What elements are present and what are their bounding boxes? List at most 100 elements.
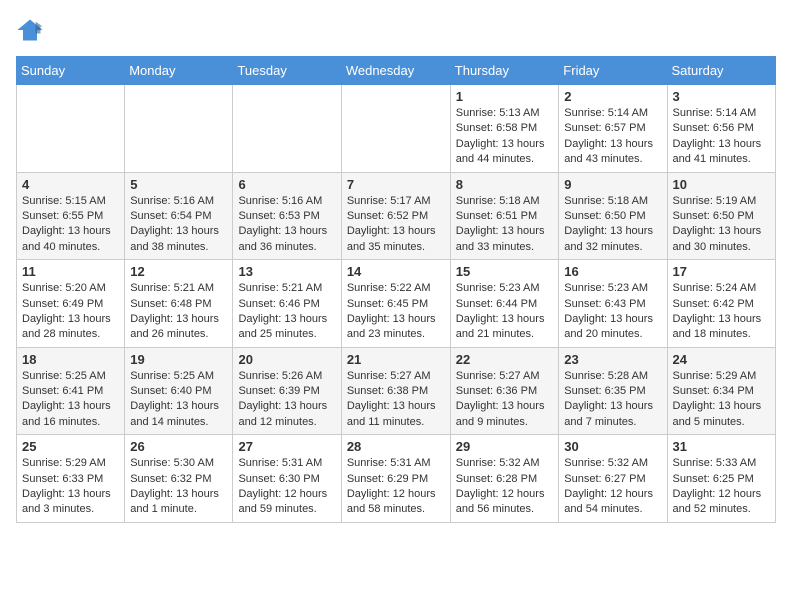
logo (16, 16, 48, 44)
weekday-header-monday: Monday (125, 57, 233, 85)
calendar-cell: 7 Sunrise: 5:17 AM Sunset: 6:52 PM Daylig… (341, 172, 450, 260)
calendar-cell: 3 Sunrise: 5:14 AM Sunset: 6:56 PM Daylig… (667, 85, 775, 173)
calendar-cell: 11Sunrise: 5:20 AM Sunset: 6:49 PM Dayli… (17, 260, 125, 348)
day-info: Sunrise: 5:29 AM Sunset: 6:33 PM Dayligh… (22, 456, 119, 518)
calendar-cell: 29 Sunrise: 5:32 AM Sunset: 6:28 PM Dayli… (450, 435, 559, 523)
weekday-header-wednesday: Wednesday (341, 57, 450, 85)
calendar-cell (233, 85, 341, 173)
day-info: Sunrise: 5:23 AM Sunset: 6:44 PM Dayligh… (456, 281, 554, 343)
week-row-4: 18 Sunrise: 5:25 AM Sunset: 6:41 PM Dayli… (17, 347, 776, 435)
day-number: 2 (564, 89, 661, 104)
day-number: 26 (130, 439, 227, 454)
day-number: 19 (130, 352, 227, 367)
day-number: 15 (456, 264, 554, 279)
calendar-cell (125, 85, 233, 173)
day-number: 11 (22, 264, 119, 279)
day-number: 31 (673, 439, 770, 454)
day-info: Sunrise: 5:18 AM Sunset: 6:51 PM Dayligh… (456, 194, 554, 256)
weekday-header-tuesday: Tuesday (233, 57, 341, 85)
calendar-cell: 10Sunrise: 5:19 AM Sunset: 6:50 PM Dayli… (667, 172, 775, 260)
week-row-2: 4 Sunrise: 5:15 AM Sunset: 6:55 PM Daylig… (17, 172, 776, 260)
calendar-cell: 31 Sunrise: 5:33 AM Sunset: 6:25 PM Dayli… (667, 435, 775, 523)
calendar-cell: 4 Sunrise: 5:15 AM Sunset: 6:55 PM Daylig… (17, 172, 125, 260)
calendar-cell: 27 Sunrise: 5:31 AM Sunset: 6:30 PM Dayli… (233, 435, 341, 523)
calendar-table: SundayMondayTuesdayWednesdayThursdayFrid… (16, 56, 776, 523)
calendar-cell: 20Sunrise: 5:26 AM Sunset: 6:39 PM Dayli… (233, 347, 341, 435)
calendar-cell: 15 Sunrise: 5:23 AM Sunset: 6:44 PM Dayli… (450, 260, 559, 348)
day-info: Sunrise: 5:24 AM Sunset: 6:42 PM Dayligh… (673, 281, 770, 343)
day-number: 6 (238, 177, 335, 192)
day-info: Sunrise: 5:32 AM Sunset: 6:27 PM Dayligh… (564, 456, 661, 518)
calendar-cell: 24 Sunrise: 5:29 AM Sunset: 6:34 PM Dayli… (667, 347, 775, 435)
day-number: 28 (347, 439, 445, 454)
calendar-cell: 5 Sunrise: 5:16 AM Sunset: 6:54 PM Daylig… (125, 172, 233, 260)
logo-icon (16, 16, 44, 44)
day-info: Sunrise: 5:21 AM Sunset: 6:46 PM Dayligh… (238, 281, 335, 343)
day-number: 13 (238, 264, 335, 279)
calendar-cell: 2 Sunrise: 5:14 AM Sunset: 6:57 PM Daylig… (559, 85, 667, 173)
day-info: Sunrise: 5:14 AM Sunset: 6:56 PM Dayligh… (673, 106, 770, 168)
day-info: Sunrise: 5:32 AM Sunset: 6:28 PM Dayligh… (456, 456, 554, 518)
week-row-3: 11Sunrise: 5:20 AM Sunset: 6:49 PM Dayli… (17, 260, 776, 348)
calendar-cell: 22Sunrise: 5:27 AM Sunset: 6:36 PM Dayli… (450, 347, 559, 435)
day-number: 5 (130, 177, 227, 192)
calendar-cell: 16Sunrise: 5:23 AM Sunset: 6:43 PM Dayli… (559, 260, 667, 348)
day-info: Sunrise: 5:25 AM Sunset: 6:41 PM Dayligh… (22, 369, 119, 431)
day-number: 21 (347, 352, 445, 367)
day-info: Sunrise: 5:18 AM Sunset: 6:50 PM Dayligh… (564, 194, 661, 256)
day-info: Sunrise: 5:28 AM Sunset: 6:35 PM Dayligh… (564, 369, 661, 431)
calendar-cell: 28 Sunrise: 5:31 AM Sunset: 6:29 PM Dayli… (341, 435, 450, 523)
day-info: Sunrise: 5:13 AM Sunset: 6:58 PM Dayligh… (456, 106, 554, 168)
day-info: Sunrise: 5:22 AM Sunset: 6:45 PM Dayligh… (347, 281, 445, 343)
day-info: Sunrise: 5:29 AM Sunset: 6:34 PM Dayligh… (673, 369, 770, 431)
day-info: Sunrise: 5:27 AM Sunset: 6:38 PM Dayligh… (347, 369, 445, 431)
calendar-cell: 13 Sunrise: 5:21 AM Sunset: 6:46 PM Dayli… (233, 260, 341, 348)
calendar-cell: 1 Sunrise: 5:13 AM Sunset: 6:58 PM Daylig… (450, 85, 559, 173)
day-number: 4 (22, 177, 119, 192)
day-number: 20 (238, 352, 335, 367)
calendar-cell: 26 Sunrise: 5:30 AM Sunset: 6:32 PM Dayli… (125, 435, 233, 523)
day-info: Sunrise: 5:14 AM Sunset: 6:57 PM Dayligh… (564, 106, 661, 168)
day-number: 1 (456, 89, 554, 104)
day-number: 3 (673, 89, 770, 104)
day-number: 14 (347, 264, 445, 279)
day-info: Sunrise: 5:33 AM Sunset: 6:25 PM Dayligh… (673, 456, 770, 518)
day-number: 24 (673, 352, 770, 367)
calendar-cell: 30 Sunrise: 5:32 AM Sunset: 6:27 PM Dayli… (559, 435, 667, 523)
weekday-header-thursday: Thursday (450, 57, 559, 85)
calendar-cell: 17Sunrise: 5:24 AM Sunset: 6:42 PM Dayli… (667, 260, 775, 348)
day-info: Sunrise: 5:31 AM Sunset: 6:29 PM Dayligh… (347, 456, 445, 518)
calendar-cell: 23 Sunrise: 5:28 AM Sunset: 6:35 PM Dayli… (559, 347, 667, 435)
day-number: 23 (564, 352, 661, 367)
day-info: Sunrise: 5:17 AM Sunset: 6:52 PM Dayligh… (347, 194, 445, 256)
calendar-cell: 19Sunrise: 5:25 AM Sunset: 6:40 PM Dayli… (125, 347, 233, 435)
calendar-cell: 25 Sunrise: 5:29 AM Sunset: 6:33 PM Dayli… (17, 435, 125, 523)
weekday-header-saturday: Saturday (667, 57, 775, 85)
calendar-cell: 8Sunrise: 5:18 AM Sunset: 6:51 PM Daylig… (450, 172, 559, 260)
day-info: Sunrise: 5:16 AM Sunset: 6:54 PM Dayligh… (130, 194, 227, 256)
calendar-cell: 18 Sunrise: 5:25 AM Sunset: 6:41 PM Dayli… (17, 347, 125, 435)
weekday-header-friday: Friday (559, 57, 667, 85)
day-info: Sunrise: 5:31 AM Sunset: 6:30 PM Dayligh… (238, 456, 335, 518)
day-info: Sunrise: 5:21 AM Sunset: 6:48 PM Dayligh… (130, 281, 227, 343)
week-row-5: 25 Sunrise: 5:29 AM Sunset: 6:33 PM Dayli… (17, 435, 776, 523)
calendar-cell (341, 85, 450, 173)
week-row-1: 1 Sunrise: 5:13 AM Sunset: 6:58 PM Daylig… (17, 85, 776, 173)
day-number: 9 (564, 177, 661, 192)
calendar-cell: 6 Sunrise: 5:16 AM Sunset: 6:53 PM Daylig… (233, 172, 341, 260)
day-number: 16 (564, 264, 661, 279)
day-info: Sunrise: 5:15 AM Sunset: 6:55 PM Dayligh… (22, 194, 119, 256)
day-info: Sunrise: 5:30 AM Sunset: 6:32 PM Dayligh… (130, 456, 227, 518)
day-number: 30 (564, 439, 661, 454)
day-number: 10 (673, 177, 770, 192)
day-number: 7 (347, 177, 445, 192)
day-number: 18 (22, 352, 119, 367)
day-info: Sunrise: 5:16 AM Sunset: 6:53 PM Dayligh… (238, 194, 335, 256)
day-info: Sunrise: 5:27 AM Sunset: 6:36 PM Dayligh… (456, 369, 554, 431)
weekday-header-sunday: Sunday (17, 57, 125, 85)
day-number: 25 (22, 439, 119, 454)
day-number: 29 (456, 439, 554, 454)
day-number: 27 (238, 439, 335, 454)
page-header (16, 16, 776, 44)
weekday-header-row: SundayMondayTuesdayWednesdayThursdayFrid… (17, 57, 776, 85)
